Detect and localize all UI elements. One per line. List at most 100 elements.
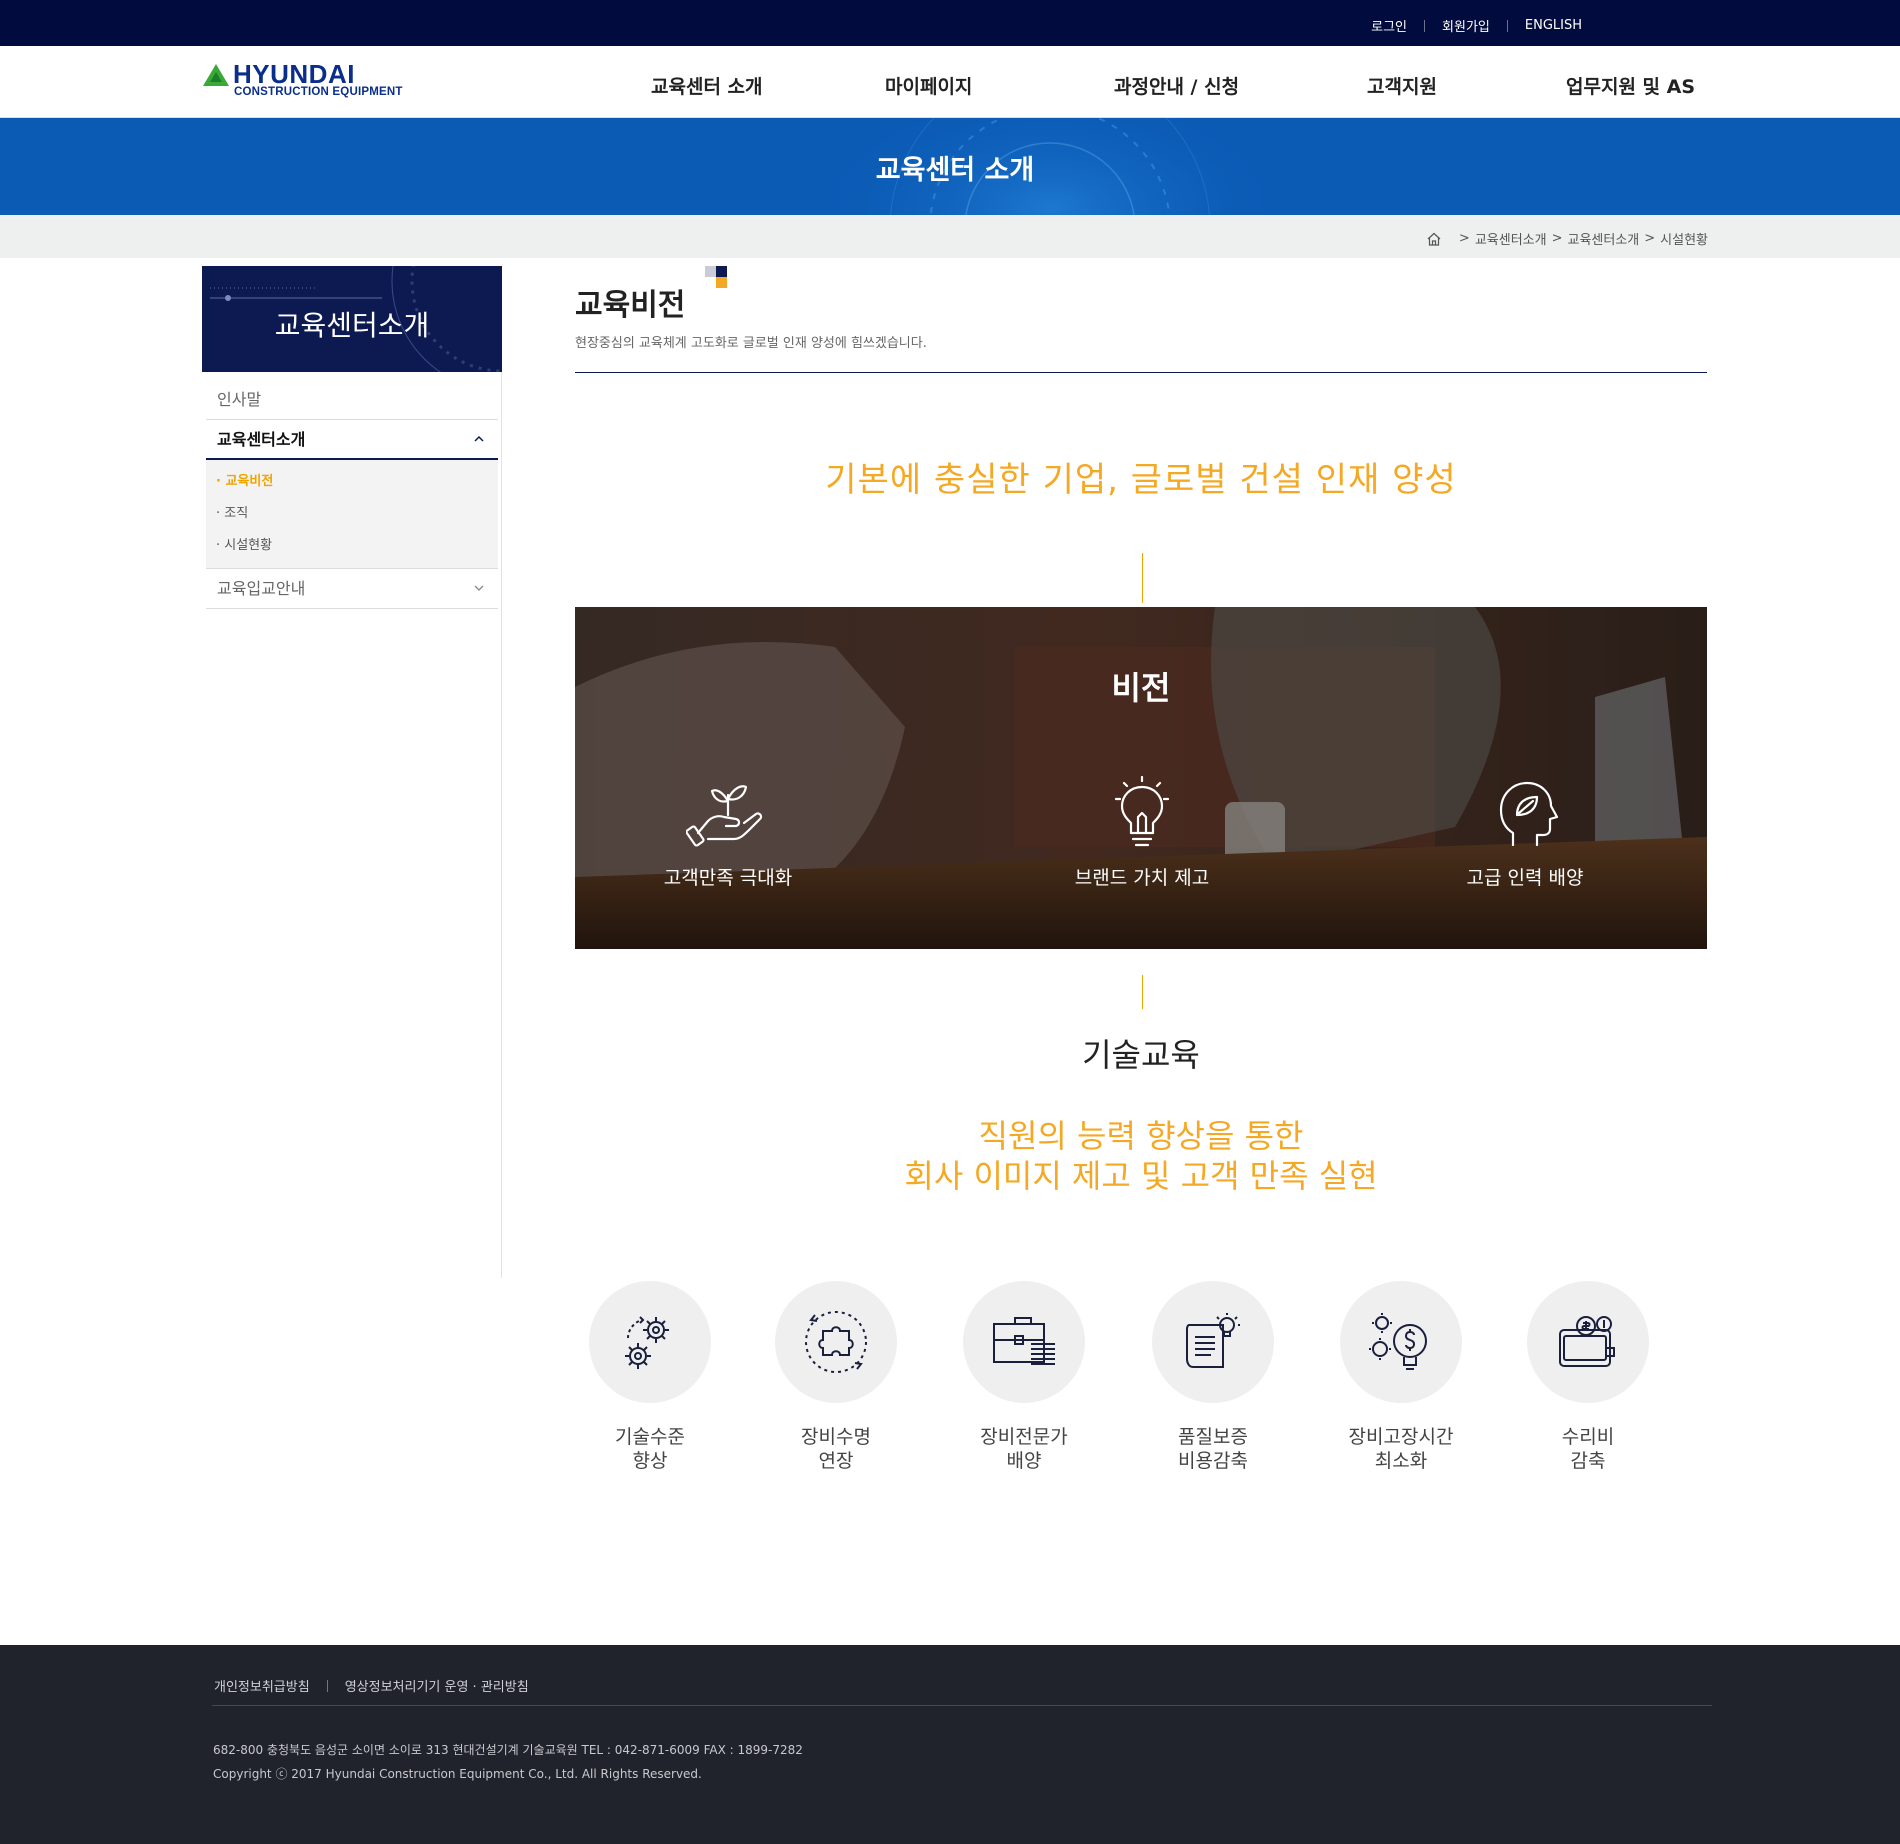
gear-bulb-dollar-icon (1369, 1313, 1427, 1370)
breadcrumb-item[interactable]: 교육센터소개 (1475, 229, 1547, 248)
gnb-item-as[interactable]: 업무지원 및 AS (1566, 72, 1695, 99)
breadcrumb-bar: > 교육센터소개 > 교육센터소개 > 시설현황 (0, 215, 1900, 258)
header: HYUNDAI CONSTRUCTION EQUIPMENT 교육센터 소개 마… (0, 46, 1900, 118)
title-divider (575, 372, 1707, 373)
vision-item-customer: 고객만족 극대화 (608, 775, 848, 890)
sidebar-item-label: 교육센터소개 (217, 430, 306, 449)
gnb-item-center[interactable]: 교육센터 소개 (651, 72, 763, 99)
vision-panel: 비전 고객만족 극대화 브랜드 가치 제고 고급 인력 배양 (575, 607, 1707, 949)
benefit-icon-circle (1152, 1281, 1274, 1403)
footer: 개인정보취급방침 영상정보처리기기 운영 · 관리방침 682-800 충청북도… (0, 1645, 1900, 1844)
benefit-item: 장비수명 연장 (741, 1281, 931, 1473)
benefit-label: 장비수명 연장 (741, 1425, 931, 1473)
benefit-label-line: 비용감축 (1178, 1450, 1248, 1472)
logo-triangle-icon (203, 64, 229, 86)
breadcrumb-item[interactable]: 교육센터소개 (1567, 229, 1639, 248)
benefit-icon-circle (775, 1281, 897, 1403)
benefit-item: 품질보증 비용감축 (1118, 1281, 1308, 1473)
benefit-icon-circle (1340, 1281, 1462, 1403)
benefit-label: 품질보증 비용감축 (1118, 1425, 1308, 1473)
divider (1506, 19, 1508, 32)
join-link[interactable]: 회원가입 (1442, 16, 1490, 35)
benefit-label-line: 장비고장시간 (1348, 1426, 1454, 1448)
puzzle-icon (805, 1311, 867, 1373)
breadcrumb: > 교육센터소개 > 교육센터소개 > 시설현황 (1426, 229, 1708, 248)
benefit-label-line: 향상 (632, 1450, 668, 1472)
sidebar-subitem-vision[interactable]: · 교육비전 (216, 466, 498, 498)
benefit-label-line: 기술수준 (615, 1426, 685, 1448)
cctv-policy-link[interactable]: 영상정보처리기기 운영 · 관리방침 (345, 1676, 529, 1695)
benefit-label-line: 감축 (1570, 1450, 1606, 1472)
benefit-icon-circle (589, 1281, 711, 1403)
page-title: 교육비전 (575, 288, 686, 323)
page-banner: 교육센터 소개 (0, 118, 1900, 215)
benefit-label-line: 배양 (1006, 1450, 1042, 1472)
benefit-label: 장비고장시간 최소화 (1306, 1425, 1496, 1473)
footer-address: 682-800 충청북도 음성군 소이면 소이로 313 현대건설기계 기술교육… (213, 1743, 803, 1757)
plant-hand-icon (686, 785, 763, 847)
top-utility-bar: 로그인 회원가입 ENGLISH (0, 0, 1900, 46)
vision-item-brand: 브랜드 가치 제고 (1022, 775, 1262, 890)
home-icon[interactable] (1426, 231, 1442, 247)
sidebar-item-label: 인사말 (217, 390, 262, 409)
hyundai-logo[interactable]: HYUNDAI CONSTRUCTION EQUIPMENT (203, 59, 418, 101)
benefit-label: 기술수준 향상 (555, 1425, 745, 1473)
vision-item-talent: 고급 인력 배양 (1405, 775, 1645, 890)
tech-desc-line: 회사 이미지 제고 및 고객 만족 실현 (904, 1157, 1378, 1195)
footer-copyright: Copyright ⓒ 2017 Hyundai Construction Eq… (213, 1767, 702, 1781)
sidebar-header: 교육센터소개 (202, 266, 502, 372)
wallet-coins-icon (1559, 1316, 1615, 1367)
banner-title: 교육센터 소개 (875, 155, 1035, 186)
connector-line (1142, 975, 1143, 1009)
footer-links: 개인정보취급방침 영상정보처리기기 운영 · 관리방침 (214, 1676, 529, 1695)
head-leaf-icon (1499, 781, 1559, 847)
benefit-item: 장비전문가 배양 (929, 1281, 1119, 1473)
page-description: 현장중심의 교육체계 고도화로 글로벌 인재 양성에 힘쓰겠습니다. (575, 336, 927, 351)
sidebar-subitem-organization[interactable]: · 조직 (216, 498, 498, 530)
chevron-up-icon (474, 435, 484, 442)
vision-item-label: 고객만족 극대화 (663, 867, 793, 889)
gnb-item-mypage[interactable]: 마이페이지 (885, 72, 972, 99)
divider (1424, 19, 1426, 32)
tech-education-description: 직원의 능력 향상을 통한 회사 이미지 제고 및 고객 만족 실현 (575, 1116, 1707, 1196)
title-decoration-icon (705, 266, 727, 288)
benefit-icon-circle (1527, 1281, 1649, 1403)
benefit-item: 장비고장시간 최소화 (1306, 1281, 1496, 1473)
english-link[interactable]: ENGLISH (1525, 18, 1582, 33)
benefit-label: 장비전문가 배양 (929, 1425, 1119, 1473)
gnb-item-support[interactable]: 고객지원 (1367, 72, 1437, 99)
breadcrumb-separator: > (1458, 231, 1470, 246)
connector-line (1142, 553, 1143, 603)
benefit-label-line: 최소화 (1374, 1450, 1428, 1472)
sidebar-item-greeting[interactable]: 인사말 (206, 380, 498, 420)
breadcrumb-separator: > (1551, 231, 1563, 246)
sidebar-item-center-intro[interactable]: 교육센터소개 (206, 420, 498, 460)
sidebar-menu: 인사말 교육센터소개 · 교육비전 · 조직 · 시설현황 교육입교안내 (206, 380, 498, 609)
login-link[interactable]: 로그인 (1371, 16, 1407, 35)
benefit-label-line: 장비수명 (801, 1426, 871, 1448)
vision-title: 비전 (1111, 669, 1171, 707)
gnb-item-course[interactable]: 과정안내 / 신청 (1114, 72, 1239, 99)
benefit-item: 기술수준 향상 (555, 1281, 745, 1473)
document-idea-icon (1186, 1313, 1240, 1368)
vision-item-label: 고급 인력 배양 (1466, 867, 1584, 889)
sidebar-item-admission[interactable]: 교육입교안내 (206, 569, 498, 609)
sidebar: 교육센터소개 인사말 교육센터소개 · 교육비전 · 조직 · 시설현황 교육입… (202, 266, 502, 1278)
vision-slogan: 기본에 충실한 기업, 글로벌 건설 인재 양성 (825, 460, 1457, 500)
footer-divider (212, 1705, 1712, 1706)
benefit-label-line: 연장 (818, 1450, 854, 1472)
breadcrumb-item-current[interactable]: 시설현황 (1660, 229, 1708, 248)
sidebar-item-label: 교육입교안내 (217, 579, 306, 598)
sidebar-submenu: · 교육비전 · 조직 · 시설현황 (206, 460, 498, 569)
briefcase-icon (993, 1317, 1055, 1365)
sidebar-subitem-facilities[interactable]: · 시설현황 (216, 530, 498, 562)
tech-desc-line: 직원의 능력 향상을 통한 (978, 1117, 1304, 1155)
benefit-label-line: 수리비 (1561, 1426, 1615, 1448)
benefit-icon-circle (963, 1281, 1085, 1403)
breadcrumb-separator: > (1644, 231, 1656, 246)
utility-links: 로그인 회원가입 ENGLISH (1371, 16, 1582, 35)
divider (326, 1679, 328, 1692)
chevron-down-icon (474, 585, 484, 591)
logo-subtitle: CONSTRUCTION EQUIPMENT (234, 86, 403, 98)
privacy-policy-link[interactable]: 개인정보취급방침 (214, 1676, 310, 1695)
